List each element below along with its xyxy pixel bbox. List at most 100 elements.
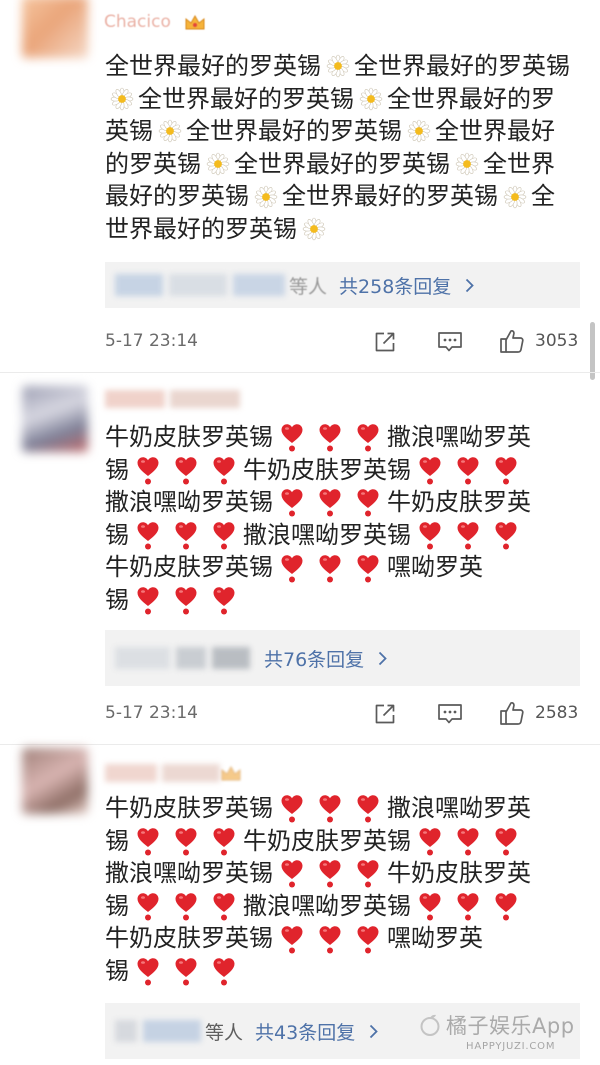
heart-exclamation-icon: [136, 585, 160, 615]
comment-text-segment: 全世界最好的罗英锡: [234, 149, 450, 178]
comment-text-line: 锡 撒浪嘿呦罗英锡: [105, 890, 531, 923]
reply-count-link[interactable]: 共258条回复: [339, 272, 451, 299]
daisy-icon: [359, 87, 383, 111]
thumbs-up-icon[interactable]: [499, 328, 525, 354]
comment-text-line: 锡 牛奶皮肤罗英锡: [105, 825, 531, 858]
comment-text-segment: 撒浪嘿呦罗英锡: [105, 488, 273, 517]
comment-text-segment: 全世界最好的罗英锡: [282, 182, 498, 211]
comment-text-segment: 全世界最好: [435, 117, 555, 146]
heart-exclamation-icon: [356, 793, 380, 823]
daisy-icon: [503, 185, 527, 209]
comment-text-line: 牛奶皮肤罗英锡 嘿呦罗英: [105, 922, 531, 955]
heart-exclamation-icon: [212, 585, 236, 615]
comment-text-segment: 锡: [105, 585, 129, 614]
reply-count-link[interactable]: 共76条回复: [264, 645, 364, 672]
heart-exclamation-icon: [212, 520, 236, 550]
heart-exclamation-icon: [418, 891, 442, 921]
comment-text-segment: 全世界最好的罗英锡: [138, 84, 354, 113]
chevron-right-icon[interactable]: [378, 651, 387, 666]
daisy-icon: [302, 217, 326, 241]
comment-text-line: 全世界最好的罗英锡 全世界最好的罗英锡: [105, 50, 570, 83]
heart-exclamation-icon: [280, 924, 304, 954]
comment-text-segment: 全世界: [483, 149, 555, 178]
reply-summary-box[interactable]: 共76条回复: [105, 630, 580, 686]
comment-text-line: 牛奶皮肤罗英锡 撒浪嘿呦罗英: [105, 421, 531, 454]
comment-text-segment: 牛奶皮肤罗英锡: [105, 553, 273, 582]
chevron-right-icon[interactable]: [465, 278, 475, 293]
share-icon[interactable]: [373, 702, 397, 726]
heart-exclamation-icon: [318, 858, 342, 888]
heart-exclamation-icon: [136, 455, 160, 485]
comment-text-segment: 牛奶皮肤罗英锡: [105, 924, 273, 953]
heart-exclamation-icon: [418, 455, 442, 485]
like-count: 2583: [535, 703, 579, 723]
comment-meta-row: 5-17 23:14 3053: [105, 328, 580, 358]
share-icon[interactable]: [373, 330, 397, 354]
heart-exclamation-icon: [456, 520, 480, 550]
daisy-icon: [455, 152, 479, 176]
comment-text-segment: 全: [531, 182, 555, 211]
heart-exclamation-icon: [174, 585, 198, 615]
heart-exclamation-icon: [280, 793, 304, 823]
comment-text-segment: 全世界最好的罗: [387, 84, 555, 113]
heart-exclamation-icon: [356, 924, 380, 954]
heart-exclamation-icon: [174, 826, 198, 856]
reply-summary-box[interactable]: 等人 共258条回复: [105, 262, 580, 308]
heart-exclamation-icon: [318, 924, 342, 954]
username[interactable]: Chacico: [104, 12, 171, 32]
crown-badge-icon: [220, 765, 242, 783]
comment-text-segment: 全世界最好的罗英锡: [105, 52, 321, 80]
watermark-text: 橘子娱乐App: [446, 1014, 575, 1038]
chevron-right-icon[interactable]: [369, 1024, 378, 1039]
comment-icon[interactable]: [437, 702, 463, 726]
avatar[interactable]: [22, 748, 88, 814]
comment-text-segment: 牛奶皮肤罗英: [387, 859, 531, 888]
comment-text-line: 锡 撒浪嘿呦罗英锡: [105, 519, 531, 552]
comment-text-segment: 最好的罗英锡: [105, 182, 249, 211]
daisy-icon: [206, 152, 230, 176]
heart-exclamation-icon: [280, 553, 304, 583]
username-blurred[interactable]: [105, 390, 240, 408]
comment-text: 全世界最好的罗英锡 全世界最好的罗英锡 全世界最好的罗英锡 全世界最好的罗 英锡 全世界最…: [105, 50, 570, 246]
heart-exclamation-icon: [280, 487, 304, 517]
comment-icon[interactable]: [437, 330, 463, 354]
daisy-icon: [326, 54, 350, 78]
reply-count-link[interactable]: 共43条回复: [255, 1018, 355, 1045]
heart-exclamation-icon: [212, 455, 236, 485]
heart-exclamation-icon: [174, 956, 198, 986]
comment-text-line: 锡 牛奶皮肤罗英锡: [105, 454, 531, 487]
heart-exclamation-icon: [356, 422, 380, 452]
heart-exclamation-icon: [318, 553, 342, 583]
watermark-logo-icon: [418, 1013, 442, 1037]
daisy-icon: [110, 87, 134, 111]
crown-badge-icon: [184, 14, 206, 32]
comment-text-line: 牛奶皮肤罗英锡 撒浪嘿呦罗英: [105, 792, 531, 825]
like-count: 3053: [535, 331, 579, 351]
username-blurred[interactable]: [105, 764, 220, 782]
reply-names-blurred: [115, 274, 285, 296]
heart-exclamation-icon: [494, 891, 518, 921]
comment-text: 牛奶皮肤罗英锡 撒浪嘿呦罗英锡牛奶皮肤罗英锡 撒浪嘿呦罗英锡 牛奶皮肤罗英锡撒浪嘿呦罗…: [105, 792, 531, 988]
heart-exclamation-icon: [494, 826, 518, 856]
comment-text-segment: 撒浪嘿呦罗英: [387, 423, 531, 451]
comment-text-line: 撒浪嘿呦罗英锡 牛奶皮肤罗英: [105, 857, 531, 890]
heart-exclamation-icon: [356, 858, 380, 888]
avatar[interactable]: [22, 0, 88, 58]
thumbs-up-icon[interactable]: [499, 700, 525, 726]
reply-prefix: 等人: [205, 1021, 244, 1044]
comment-text-line: 锡: [105, 955, 531, 988]
avatar[interactable]: [22, 386, 88, 452]
comment-text-segment: 嘿呦罗英: [387, 553, 483, 582]
heart-exclamation-icon: [136, 826, 160, 856]
reply-names-blurred: [115, 1020, 201, 1042]
heart-exclamation-icon: [174, 520, 198, 550]
comment-meta-row: 5-17 23:14 2583: [105, 700, 580, 730]
timestamp: 5-17 23:14: [105, 703, 198, 723]
comment-text-segment: 锡: [105, 826, 129, 855]
comment-text-segment: 撒浪嘿呦罗英锡: [105, 859, 273, 888]
comment-text-segment: 撒浪嘿呦罗英: [387, 794, 531, 822]
heart-exclamation-icon: [136, 891, 160, 921]
heart-exclamation-icon: [418, 826, 442, 856]
reply-names-blurred: [115, 647, 250, 669]
heart-exclamation-icon: [494, 520, 518, 550]
